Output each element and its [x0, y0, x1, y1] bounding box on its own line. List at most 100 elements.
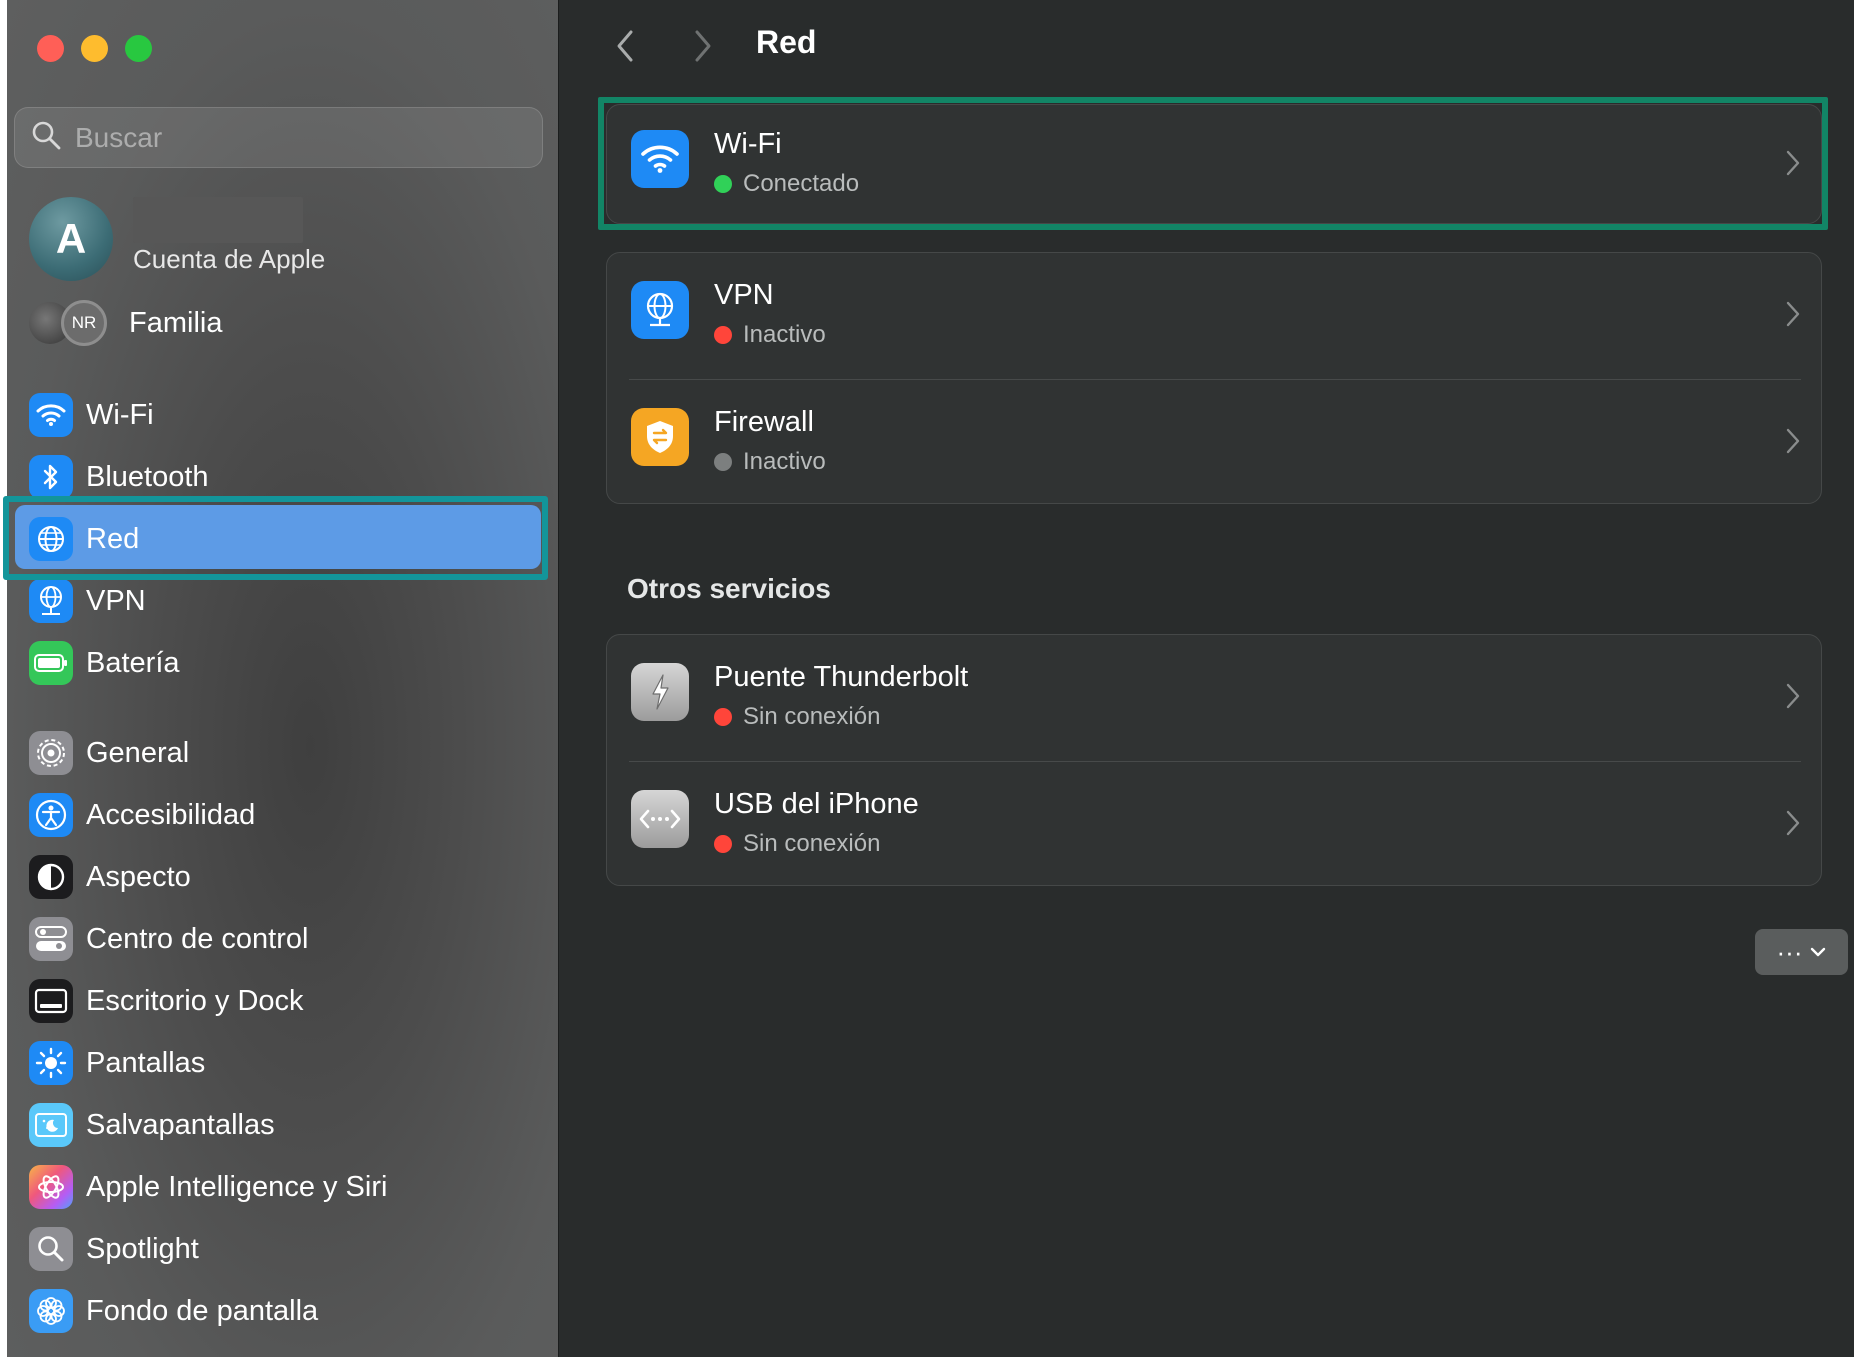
sidebar-item-escritorio-dock[interactable]: Escritorio y Dock — [29, 975, 304, 1027]
accessibility-icon — [29, 793, 73, 837]
sidebar-item-centro-de-control[interactable]: Centro de control — [29, 913, 308, 965]
wifi-highlight-frame — [598, 97, 1828, 230]
sidebar-item-apple-intelligence-siri[interactable]: Apple Intelligence y Siri — [29, 1161, 387, 1213]
wifi-icon — [29, 393, 73, 437]
service-title: Puente Thunderbolt — [714, 661, 969, 693]
service-title: VPN — [714, 279, 774, 311]
sidebar-item-label: VPN — [86, 584, 146, 617]
family-label: Familia — [129, 306, 223, 339]
sidebar-item-salvapantallas[interactable]: Salvapantallas — [29, 1099, 275, 1151]
sidebar-item-label: Apple Intelligence y Siri — [86, 1170, 388, 1203]
service-status-label: Inactivo — [743, 448, 826, 475]
wallpaper-icon — [29, 1289, 73, 1333]
back-button[interactable] — [611, 28, 641, 64]
main-pane: Red Wi-Fi Conectado VPN Inactivo Firewal… — [558, 0, 1854, 1357]
sidebar-item-label: Batería — [86, 646, 180, 679]
status-dot — [714, 326, 732, 344]
sidebar-item-label: Centro de control — [86, 922, 309, 955]
minimize-window-button[interactable] — [81, 35, 108, 62]
service-title: Firewall — [714, 406, 814, 438]
toolbar: Red — [559, 0, 1854, 92]
security-card: VPN Inactivo Firewall Inactivo — [606, 252, 1822, 504]
selected-item-highlight-frame — [3, 496, 548, 580]
sidebar-item-label: Accesibilidad — [86, 798, 256, 831]
search-input[interactable] — [75, 121, 495, 154]
page-title: Red — [756, 24, 817, 60]
appearance-icon — [29, 855, 73, 899]
thunderbolt-icon — [631, 663, 689, 721]
service-row-firewall[interactable]: Firewall Inactivo — [607, 380, 1821, 506]
more-options-button[interactable]: ··· — [1755, 929, 1848, 975]
forward-button[interactable] — [687, 28, 717, 64]
sidebar-item-label: Pantallas — [86, 1046, 206, 1079]
vpn-globe-icon — [631, 281, 689, 339]
chevron-right-icon — [695, 30, 711, 62]
desktop-dock-icon — [29, 979, 73, 1023]
sidebar-item-general[interactable]: General — [29, 727, 189, 779]
window-controls — [37, 35, 152, 62]
chevron-right-icon — [1786, 683, 1800, 709]
sidebar-item-label: Fondo de pantalla — [86, 1294, 319, 1327]
usb-iphone-icon — [631, 790, 689, 848]
screensaver-icon — [29, 1103, 73, 1147]
chevron-down-icon — [1811, 947, 1826, 957]
sidebar-item-label: Salvapantallas — [86, 1108, 275, 1141]
sidebar-item-spotlight[interactable]: Spotlight — [29, 1223, 199, 1275]
service-status-label: Inactivo — [743, 321, 826, 348]
sidebar-item-label: General — [86, 736, 190, 769]
bluetooth-icon — [29, 455, 73, 499]
sidebar-item-aspecto[interactable]: Aspecto — [29, 851, 191, 903]
spotlight-icon — [29, 1227, 73, 1271]
system-settings-window: A Cuenta de Apple NR Familia Wi-Fi Bluet… — [3, 0, 1854, 1357]
chevron-right-icon — [1786, 428, 1800, 454]
search-icon — [31, 120, 61, 155]
family-item[interactable]: NR Familia — [29, 300, 222, 346]
vpn-globe-icon — [29, 579, 73, 623]
service-row-iphone-usb[interactable]: USB del iPhone Sin conexión — [607, 762, 1821, 888]
family-member-initials-avatar: NR — [61, 300, 107, 346]
sidebar-item-label: Bluetooth — [86, 460, 209, 493]
service-status-label: Sin conexión — [743, 830, 881, 857]
service-status: Inactivo — [714, 321, 826, 349]
firewall-icon — [631, 408, 689, 466]
other-services-card: Puente Thunderbolt Sin conexión USB del … — [606, 634, 1822, 886]
sidebar-item-accesibilidad[interactable]: Accesibilidad — [29, 789, 255, 841]
chevron-left-icon — [617, 30, 633, 62]
sidebar-item-fondo-de-pantalla[interactable]: Fondo de pantalla — [29, 1285, 318, 1337]
chevron-right-icon — [1786, 810, 1800, 836]
sidebar-item-wifi[interactable]: Wi-Fi — [29, 389, 154, 441]
sidebar-item-vpn[interactable]: VPN — [29, 575, 146, 627]
gear-icon — [29, 731, 73, 775]
service-status: Inactivo — [714, 448, 826, 476]
apple-account[interactable]: A Cuenta de Apple — [29, 197, 529, 287]
close-window-button[interactable] — [37, 35, 64, 62]
other-services-heading: Otros servicios — [627, 573, 831, 604]
sidebar-item-bateria[interactable]: Batería — [29, 637, 180, 689]
service-title: USB del iPhone — [714, 788, 919, 820]
displays-icon — [29, 1041, 73, 1085]
service-status: Sin conexión — [714, 830, 880, 858]
service-row-vpn[interactable]: VPN Inactivo — [607, 253, 1821, 379]
sidebar: A Cuenta de Apple NR Familia Wi-Fi Bluet… — [3, 0, 558, 1357]
family-avatars: NR — [29, 300, 107, 346]
account-subtitle: Cuenta de Apple — [133, 244, 326, 274]
sidebar-item-label: Wi-Fi — [86, 398, 154, 431]
service-status-label: Sin conexión — [743, 703, 881, 730]
battery-icon — [29, 641, 73, 685]
service-row-thunderbolt-bridge[interactable]: Puente Thunderbolt Sin conexión — [607, 635, 1821, 761]
sidebar-item-label: Aspecto — [86, 860, 191, 893]
zoom-window-button[interactable] — [125, 35, 152, 62]
ellipsis-icon: ··· — [1776, 936, 1803, 967]
account-name-redacted — [133, 197, 303, 243]
service-status: Sin conexión — [714, 703, 880, 731]
avatar: A — [29, 197, 113, 281]
sidebar-item-label: Spotlight — [86, 1232, 199, 1265]
sidebar-item-label: Escritorio y Dock — [86, 984, 304, 1017]
status-dot — [714, 453, 732, 471]
status-dot — [714, 835, 732, 853]
chevron-right-icon — [1786, 301, 1800, 327]
search-field[interactable] — [14, 107, 543, 168]
sidebar-item-pantallas[interactable]: Pantallas — [29, 1037, 205, 1089]
status-dot — [714, 708, 732, 726]
siri-icon — [29, 1165, 73, 1209]
